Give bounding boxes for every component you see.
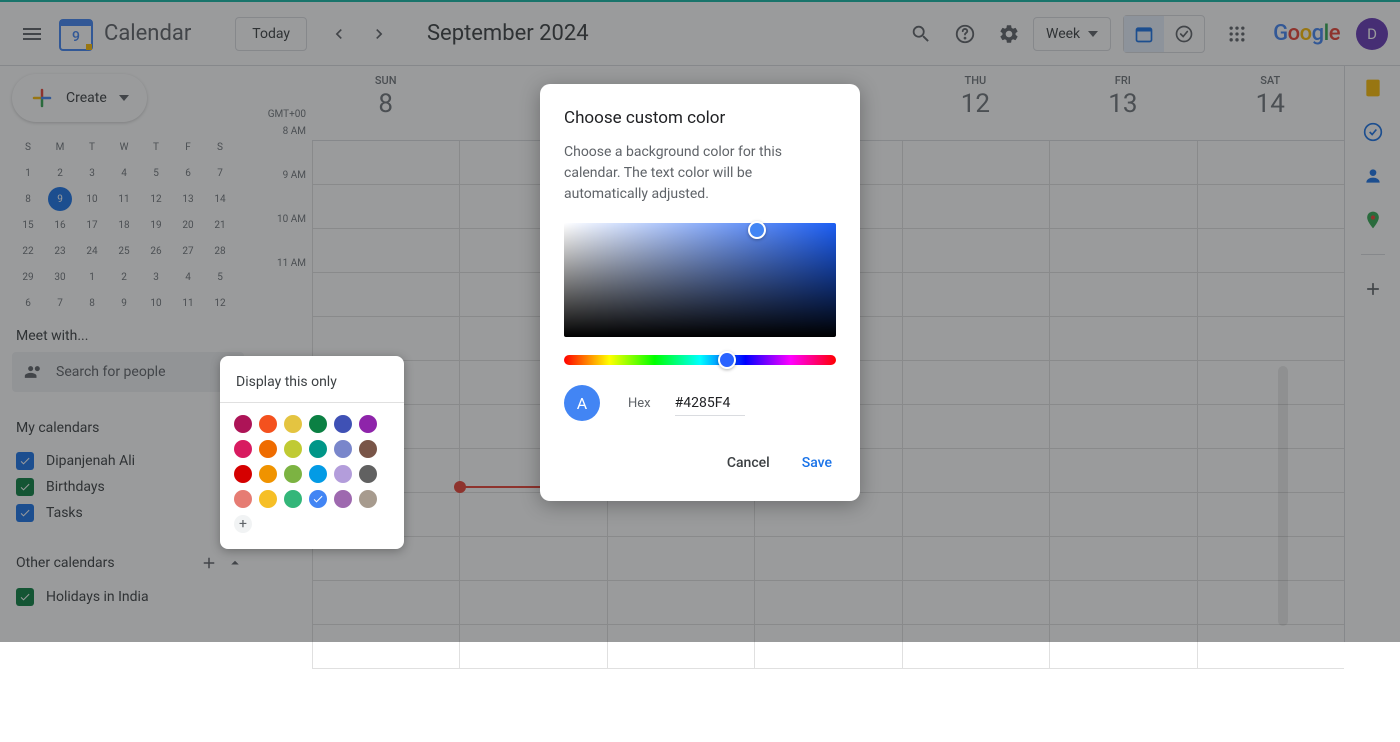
saturation-panel[interactable] xyxy=(564,223,836,337)
hue-handle[interactable] xyxy=(718,351,736,369)
color-option[interactable] xyxy=(234,490,252,508)
color-option[interactable] xyxy=(234,415,252,433)
cancel-button[interactable]: Cancel xyxy=(723,449,774,477)
popover-title[interactable]: Display this only xyxy=(220,368,404,403)
color-option[interactable] xyxy=(334,440,352,458)
color-option[interactable] xyxy=(359,415,377,433)
hex-input[interactable] xyxy=(675,391,745,416)
color-option[interactable] xyxy=(234,465,252,483)
color-option[interactable] xyxy=(259,415,277,433)
saturation-handle[interactable] xyxy=(748,221,766,239)
color-option[interactable] xyxy=(234,440,252,458)
color-option[interactable] xyxy=(309,465,327,483)
color-option[interactable] xyxy=(284,415,302,433)
color-option[interactable] xyxy=(284,440,302,458)
color-option[interactable] xyxy=(309,490,327,508)
hue-slider[interactable] xyxy=(564,355,836,365)
add-custom-color[interactable]: + xyxy=(234,515,252,533)
hex-label: Hex xyxy=(628,396,651,411)
color-option[interactable] xyxy=(259,440,277,458)
color-option[interactable] xyxy=(284,465,302,483)
color-option[interactable] xyxy=(334,465,352,483)
color-option[interactable] xyxy=(359,490,377,508)
color-option[interactable] xyxy=(309,440,327,458)
color-option[interactable] xyxy=(259,490,277,508)
color-option[interactable] xyxy=(284,490,302,508)
save-button[interactable]: Save xyxy=(798,449,836,477)
color-popover: Display this only + xyxy=(220,356,404,549)
custom-color-dialog: Choose custom color Choose a background … xyxy=(540,84,860,501)
color-preview: A xyxy=(564,385,600,421)
dialog-title: Choose custom color xyxy=(564,108,836,128)
color-option[interactable] xyxy=(359,440,377,458)
color-option[interactable] xyxy=(309,415,327,433)
color-option[interactable] xyxy=(334,490,352,508)
color-option[interactable] xyxy=(259,465,277,483)
color-option[interactable] xyxy=(334,415,352,433)
color-option[interactable] xyxy=(359,465,377,483)
dialog-description: Choose a background color for this calen… xyxy=(564,142,836,205)
